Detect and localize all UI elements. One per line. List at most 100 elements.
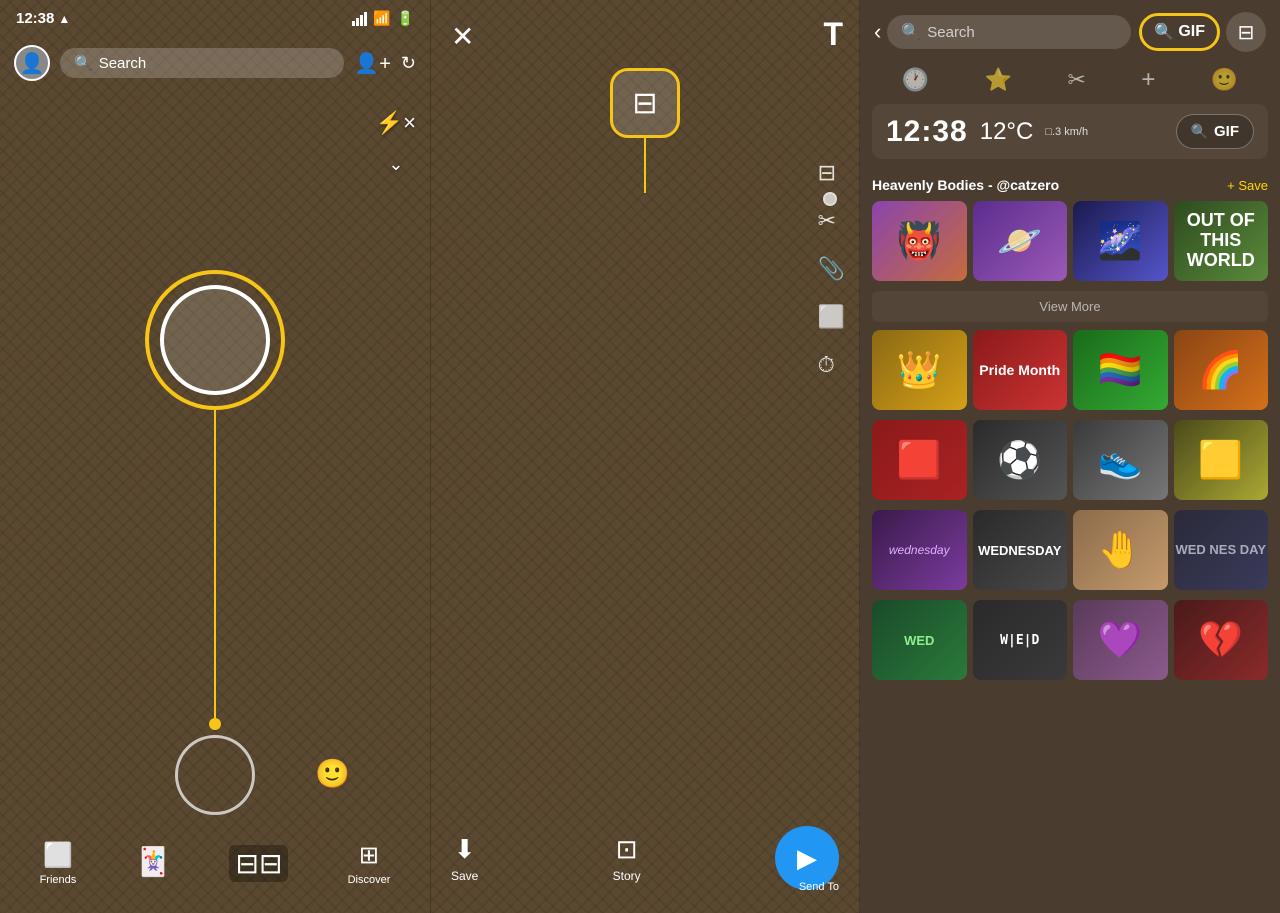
sticker-emoji: 🟥 — [897, 439, 942, 481]
rotate-camera-icon[interactable]: ↻ — [401, 53, 416, 74]
sticker-item[interactable]: 🪐 — [973, 201, 1068, 281]
scissors-tool-icon[interactable]: ✂ — [818, 208, 845, 234]
picker-search-box[interactable]: 🔍 Search — [887, 15, 1131, 49]
sticker-item[interactable]: WEDNESDAY — [973, 510, 1068, 590]
sticker-item[interactable]: wednesday — [872, 510, 967, 590]
sticker-item[interactable]: 🤚 — [1073, 510, 1168, 590]
nav-camera[interactable]: ⊟⊟ — [229, 845, 288, 882]
sticker-item[interactable]: 👟 — [1073, 420, 1168, 500]
sticker-item[interactable]: 🌈 — [1174, 330, 1269, 410]
sticker-item[interactable]: 💔 — [1174, 600, 1269, 680]
gif-search-icon: 🔍 — [1154, 22, 1174, 42]
sport-grid: 🟥 ⚽ 👟 🟨 — [872, 420, 1268, 500]
search-row: 👤 🔍 Search 👤+ ↻ — [0, 45, 430, 81]
stickers-area: Heavenly Bodies - @catzero + Save 👹 🪐 🌌 … — [860, 167, 1280, 913]
camera-icon: ⊟⊟ — [229, 845, 288, 882]
sticker-item[interactable]: 👑 — [872, 330, 967, 410]
gif-inline-search-icon: 🔍 — [1191, 123, 1208, 140]
link-tool-icon[interactable]: 📎 — [818, 256, 845, 282]
sticker-item[interactable]: OUT OF THIS WORLD — [1174, 201, 1269, 281]
connector-line — [214, 410, 216, 720]
clipboard-button[interactable]: ⊟ — [1226, 12, 1266, 52]
text-tool-button[interactable]: T — [823, 16, 843, 53]
tab-add[interactable]: + — [1141, 66, 1155, 94]
story-button[interactable]: ⊡ Story — [613, 834, 641, 883]
back-button[interactable]: ‹ — [874, 19, 881, 45]
nav-friends[interactable]: ⬜ Friends — [40, 841, 77, 886]
sticker-button-highlighted[interactable]: ⊟ — [610, 68, 680, 138]
temp-widget: 12°C — [980, 118, 1034, 146]
sticker-emoji: 💜 — [1098, 619, 1143, 661]
chevron-down-icon[interactable]: ⌄ — [388, 154, 403, 175]
wednesday-grid: wednesday WEDNESDAY 🤚 WED NES DAY — [872, 510, 1268, 590]
sticker-item[interactable]: 🌌 — [1073, 201, 1168, 281]
small-ring — [175, 735, 255, 815]
camera-ring-outer[interactable] — [145, 270, 285, 410]
tab-recent[interactable]: 🕐 — [902, 67, 929, 93]
sticker-emoji: ⚽ — [997, 439, 1042, 481]
sticker-tool-icon[interactable]: ⊟ — [818, 160, 845, 186]
sticker-item[interactable]: ⚽ — [973, 420, 1068, 500]
location-arrow-icon: ▲ — [58, 12, 70, 26]
sticker-item[interactable]: 🟨 — [1174, 420, 1269, 500]
sticker-item[interactable]: WED — [872, 600, 967, 680]
send-icon: ▶ — [797, 843, 817, 874]
heavenly-title: Heavenly Bodies - @catzero — [872, 177, 1059, 193]
picker-tabs: 🕐 ⭐ ✂ + 🙂 — [860, 60, 1280, 104]
signal-bars — [352, 12, 367, 26]
sticker-item[interactable]: WED NES DAY — [1174, 510, 1269, 590]
sticker-item[interactable]: Pride Month — [973, 330, 1068, 410]
clipboard-icon: ⊟ — [1238, 20, 1255, 45]
sticker-text: WED — [904, 633, 934, 648]
save-button[interactable]: ⬇ Save — [451, 834, 478, 883]
camera-panel: 12:38 ▲ 📶 🔋 👤 🔍 Search 👤+ ↻ ⚡× ⌄ — [0, 0, 430, 913]
close-button[interactable]: ✕ — [451, 20, 474, 53]
sticker-emoji: OUT OF THIS WORLD — [1174, 211, 1269, 270]
right-toolbar: ⊟ ✂ 📎 ⬜ ⏱ — [818, 160, 845, 378]
sticker-emoji: 💔 — [1198, 619, 1243, 661]
save-icon: ⬇ — [454, 834, 476, 865]
crop-tool-icon[interactable]: ⬜ — [818, 304, 845, 330]
sticker-item[interactable]: W|E|D — [973, 600, 1068, 680]
sticker-text: wednesday — [889, 543, 950, 557]
friends-label: Friends — [40, 874, 77, 886]
tab-emoji[interactable]: 🙂 — [1211, 67, 1238, 93]
sticker-picker-panel: ‹ 🔍 Search 🔍 GIF ⊟ 🕐 ⭐ ✂ + 🙂 12:38 12°C … — [860, 0, 1280, 913]
flash-icon[interactable]: ⚡× — [376, 110, 416, 136]
sticker-emoji: 🏳️‍🌈 — [1098, 349, 1143, 391]
add-friend-icon[interactable]: 👤+ — [354, 51, 391, 76]
connector-dot — [209, 718, 221, 730]
tab-favorites[interactable]: ⭐ — [985, 67, 1012, 93]
camera-ring-inner — [160, 285, 270, 395]
avatar-icon: 👤 — [20, 51, 45, 76]
status-bar: 12:38 ▲ — [16, 10, 70, 27]
sticker-emoji: 🌈 — [1198, 349, 1243, 391]
sticker-item[interactable]: 🏳️‍🌈 — [1073, 330, 1168, 410]
nav-memories[interactable]: 🃏 — [135, 845, 170, 882]
gif-button-highlighted[interactable]: 🔍 GIF — [1139, 13, 1220, 51]
picker-search-placeholder: Search — [927, 24, 975, 41]
tab-scissors[interactable]: ✂ — [1067, 67, 1085, 93]
bottom-nav: ⬜ Friends 🃏 ⊟⊟ ⊞ Discover — [0, 823, 430, 913]
nav-discover[interactable]: ⊞ Discover — [348, 841, 391, 886]
time-widget: 12:38 — [886, 115, 968, 149]
heavenly-save[interactable]: + Save — [1227, 178, 1268, 193]
sticker-icon: ⊟ — [632, 86, 657, 121]
story-label: Story — [613, 869, 641, 883]
emoji-button[interactable]: 🙂 — [315, 757, 350, 790]
discover-label: Discover — [348, 874, 391, 886]
side-tools: ⚡× ⌄ — [376, 110, 416, 175]
search-box[interactable]: 🔍 Search — [60, 48, 344, 78]
avatar[interactable]: 👤 — [14, 45, 50, 81]
sticker-item[interactable]: 💜 — [1073, 600, 1168, 680]
right-icons: 👤+ ↻ — [354, 51, 416, 76]
sticker-item[interactable]: 🟥 — [872, 420, 967, 500]
sticker-item[interactable]: 👹 — [872, 201, 967, 281]
gif-inline-button[interactable]: 🔍 GIF — [1176, 114, 1254, 149]
view-more-button[interactable]: View More — [872, 291, 1268, 322]
sticker-text: WEDNESDAY — [978, 543, 1061, 558]
sticker-text: WED NES DAY — [1175, 543, 1266, 557]
timer-tool-icon[interactable]: ⏱ — [818, 352, 845, 378]
search-icon: 🔍 — [74, 54, 93, 72]
sticker-emoji: 🌌 — [1098, 220, 1143, 262]
